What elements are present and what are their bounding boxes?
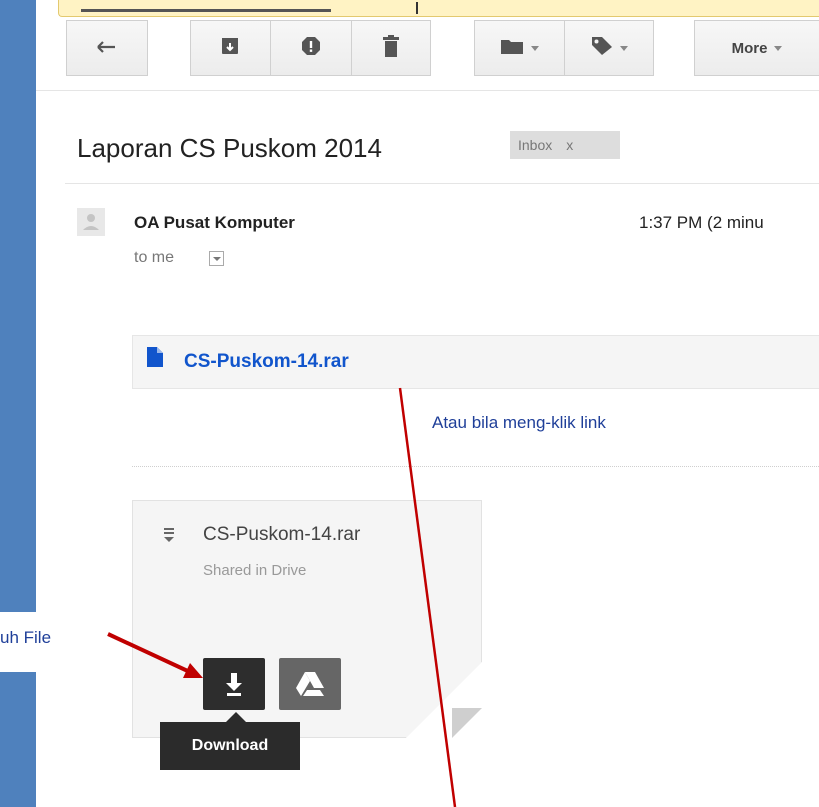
download-tooltip-text: Download [191, 737, 269, 754]
attachment-separator [132, 466, 819, 467]
inbox-label-badge: Inbox x [510, 131, 620, 159]
download-icon [226, 673, 242, 696]
show-details-button[interactable] [209, 251, 224, 266]
report-spam-button[interactable] [271, 20, 351, 76]
card-fold-corner [406, 662, 482, 738]
tooltip-arrow [226, 712, 246, 722]
remove-label-button[interactable]: x [566, 137, 573, 153]
file-icon [147, 347, 163, 372]
delete-icon [382, 34, 400, 62]
google-drive-icon [296, 672, 324, 696]
archive-file-icon [163, 528, 177, 547]
folder-icon [500, 37, 524, 60]
report-spam-icon [301, 36, 321, 61]
more-button-label: More [731, 39, 768, 57]
email-subject: Laporan CS Puskom 2014 [77, 133, 382, 163]
header-divider-line [65, 183, 819, 184]
annotation-file-note: uh File [0, 628, 52, 647]
annotation-link-note: Atau bila meng-klik link [432, 413, 606, 432]
archive-icon [221, 37, 239, 60]
labels-button[interactable] [565, 20, 653, 76]
top-bar-cursor [416, 2, 418, 14]
chevron-down-icon [213, 257, 221, 261]
back-icon [97, 39, 117, 58]
inbox-label-text: Inbox [518, 137, 553, 153]
attachment-link[interactable]: CS-Puskom-14.rar [184, 351, 349, 373]
sender-avatar [77, 208, 105, 236]
move-to-button[interactable] [474, 20, 564, 76]
attachment-card-subtitle: Shared in Drive [203, 562, 307, 579]
chevron-down-icon [619, 45, 628, 51]
email-timestamp: 1:37 PM (2 minu [639, 213, 764, 232]
sender-name[interactable]: OA Pusat Komputer [134, 213, 295, 233]
person-icon [83, 214, 99, 230]
download-button[interactable] [203, 658, 265, 710]
label-icon [591, 36, 613, 61]
recipient-text: to me [134, 249, 175, 266]
chevron-down-icon [530, 45, 539, 51]
archive-button[interactable] [190, 20, 270, 76]
top-notification-bar [58, 0, 819, 17]
back-button[interactable] [66, 20, 148, 76]
toolbar-divider-line [36, 90, 819, 91]
more-button[interactable]: More [694, 20, 819, 76]
top-bar-segment [81, 9, 331, 12]
save-to-drive-button[interactable] [279, 658, 341, 710]
attachment-card-title: CS-Puskom-14.rar [203, 524, 361, 545]
document-edge-strip [0, 0, 36, 807]
chevron-down-icon [774, 45, 783, 51]
delete-button[interactable] [352, 20, 430, 76]
